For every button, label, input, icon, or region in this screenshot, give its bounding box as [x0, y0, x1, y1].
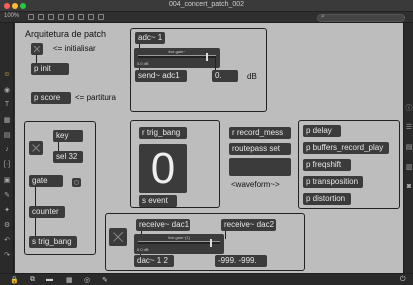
gain-value: 0.0 dB [137, 247, 149, 252]
wrench-icon[interactable]: ✎ [102, 276, 108, 284]
power-icon[interactable]: ⏻ [400, 276, 406, 284]
left-sidebar: ☺ ◉ T ▦ ▤ ♪ [·] ▣ ✎ ✦ ⚙ ↶ ↷ [0, 23, 14, 273]
plus-icon[interactable] [98, 14, 104, 20]
live-gain-slider[interactable]: live.gain~ 0.0 dB [134, 48, 220, 68]
right-sidebar: ⓘ ☰ ▤ ▥ ◙ [403, 23, 413, 273]
gate-toggle[interactable] [29, 141, 43, 155]
receive-dac2-object[interactable]: receive~ dac2 [221, 219, 276, 231]
star-icon[interactable]: ✦ [0, 206, 14, 214]
dac-message-box[interactable]: -999. -999. [215, 255, 267, 267]
window-title: 004_concert_patch_002 [168, 1, 245, 8]
p-transposition-object[interactable]: p transposition [303, 176, 363, 188]
waveform-display[interactable] [229, 158, 291, 176]
patch-cord [215, 58, 216, 70]
grid-icon[interactable]: ▦ [0, 116, 14, 124]
search-icon: ⌕ [321, 13, 325, 20]
number-box[interactable]: 0. [212, 70, 238, 82]
message-icon[interactable] [68, 14, 74, 20]
p-distortion-object[interactable]: p distortion [303, 193, 351, 205]
grid-icon[interactable]: ▦ [66, 276, 73, 284]
list-icon[interactable]: ☰ [404, 123, 413, 131]
patch-cord [139, 68, 140, 70]
s-event-object[interactable]: s event [139, 195, 177, 207]
image-icon[interactable]: ▣ [0, 176, 14, 184]
bottom-toolbar: 🔒 ⧉ ▬ ▦ ◎ ✎ ⏻ [0, 273, 413, 285]
patcher-canvas[interactable]: Arquitetura de patch <= initialisar p in… [15, 23, 403, 273]
p-delay-object[interactable]: p delay [303, 125, 341, 137]
waveform-comment: <waveform~> [231, 180, 280, 189]
receive-dac1-object[interactable]: receive~ dac1 [136, 219, 190, 231]
patch-cord [225, 231, 226, 239]
gain-track [138, 241, 220, 244]
send-adc1-object[interactable]: send~ adc1 [135, 70, 187, 82]
counter-object[interactable]: counter [29, 206, 65, 218]
gain-value: 0.0 dB [137, 61, 149, 66]
patch-cord [139, 44, 140, 48]
hierarchy-icon[interactable]: ⚙ [0, 221, 14, 229]
text-icon[interactable]: T [0, 101, 14, 108]
presentation-icon[interactable] [38, 14, 44, 20]
p-buffers-record-play-object[interactable]: p buffers_record_play [303, 142, 389, 154]
p-freqshift-object[interactable]: p freqshift [303, 159, 351, 171]
r-record-mess-object[interactable]: r record_mess [229, 127, 291, 139]
zoom-level[interactable]: 100% [4, 13, 19, 19]
gain-track [138, 55, 216, 58]
layers-icon[interactable]: ▥ [404, 163, 413, 171]
copy-icon[interactable]: ⧉ [30, 276, 35, 284]
circle-icon[interactable]: ◉ [0, 86, 14, 94]
patch-cord [35, 218, 36, 236]
patch-cord [58, 142, 59, 151]
info-icon[interactable]: ⓘ [404, 103, 413, 113]
undo-icon[interactable]: ↶ [0, 236, 14, 244]
grid-icon[interactable] [48, 14, 54, 20]
camera-icon[interactable]: ◙ [404, 183, 413, 190]
patch-cord [35, 187, 36, 206]
comment-icon[interactable] [78, 14, 84, 20]
patch-title-comment: Arquitetura de patch [25, 29, 107, 39]
p-score-object[interactable]: p score [31, 92, 71, 104]
gain-knob[interactable] [210, 239, 212, 247]
init-comment: <= initialisar [53, 44, 96, 53]
routepass-object[interactable]: routepass set [229, 143, 291, 155]
new-object-icon[interactable] [58, 14, 64, 20]
init-toggle[interactable] [31, 43, 43, 55]
patch-cord [141, 231, 142, 234]
bracket-icon[interactable]: [·] [0, 161, 14, 168]
align-icon[interactable] [88, 14, 94, 20]
counter-bang[interactable] [72, 178, 81, 187]
title-bar: 004_concert_patch_002 [0, 0, 413, 12]
db-unit-comment: dB [247, 72, 257, 81]
link-icon[interactable]: ✎ [0, 191, 14, 199]
big-number-box[interactable]: 0 [139, 144, 187, 193]
gain-knob[interactable] [206, 53, 208, 61]
redo-icon[interactable]: ↷ [0, 251, 14, 259]
patch-cord [36, 55, 37, 63]
patch-cord [140, 254, 141, 255]
search-field[interactable]: ⌕ [317, 13, 405, 22]
adc-object[interactable]: adc~ 1 [135, 32, 165, 44]
dac-object[interactable]: dac~ 1 2 [134, 255, 174, 267]
lock-icon[interactable] [28, 14, 34, 20]
max-patcher-window: 004_concert_patch_002 100% ⌕ ☺ ◉ T ▦ ▤ ♪… [0, 0, 413, 285]
r-trig-bang-object[interactable]: r trig_bang [139, 127, 187, 139]
s-trig-bang-object[interactable]: s trig_bang [29, 236, 77, 248]
patcher-toolbar: 100% ⌕ [0, 12, 413, 23]
lock-icon[interactable]: 🔒 [10, 276, 19, 284]
grid-small-icon[interactable]: ▤ [0, 131, 14, 139]
p-init-object[interactable]: p init [31, 63, 69, 75]
dac-toggle[interactable] [109, 228, 127, 246]
music-note-icon[interactable]: ♪ [0, 146, 14, 153]
score-comment: <= partitura [75, 93, 116, 102]
stack-icon[interactable]: ▤ [404, 143, 413, 151]
gate-object[interactable]: gate [29, 175, 63, 187]
key-object[interactable]: key [53, 130, 83, 142]
live-gain-1-slider[interactable]: live.gain~[1] 0.0 dB [134, 234, 224, 254]
debug-icon[interactable]: ◎ [84, 276, 90, 284]
presentation-icon[interactable]: ▬ [46, 276, 53, 283]
smiley-icon[interactable]: ☺ [0, 71, 14, 78]
sel-object[interactable]: sel 32 [53, 151, 83, 163]
